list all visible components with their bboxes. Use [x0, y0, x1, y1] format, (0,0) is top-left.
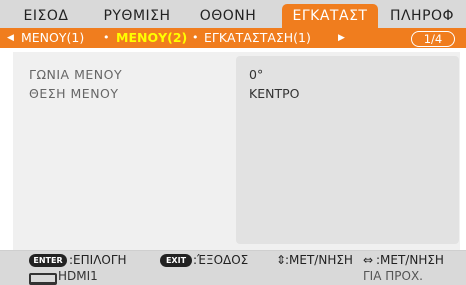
exit-hint: :ΈΞΟΔΟΣ	[193, 253, 249, 267]
hdmi-connector-icon	[29, 273, 57, 285]
menu-angle-value[interactable]: 0°	[249, 67, 263, 82]
enter-key-badge: ENTER	[29, 254, 67, 267]
menu-position-value[interactable]: ΚΕΝΤΡΟ	[249, 86, 299, 101]
tab-input[interactable]: ΕΙΣΟΔ	[6, 4, 86, 28]
separator-dot: •	[103, 31, 110, 44]
up-down-hint: :ΜΕΤ/ΝΗΣΗ	[285, 253, 353, 267]
left-right-hint: :ΜΕΤ/ΝΗΣΗ	[376, 253, 444, 267]
submenu-bar: ◀ ΜΕΝΟΥ(1) • ΜΕΝΟΥ(2) • ΕΓΚΑΤΑΣΤΑΣΗ(1) ▶	[0, 28, 466, 48]
menu-tab-bar: ΕΙΣΟΔ ΡΥΘΜΙΣΗ ΟΘΟΝΗ ΕΓΚΑΤΑΣΤ ΠΛΗΡΟΦ	[0, 0, 466, 28]
enter-hint: :ΕΠΙΛΟΓΗ	[69, 253, 127, 267]
tab-info[interactable]: ΠΛΗΡΟΦ	[382, 4, 462, 28]
page-indicator: 1/4	[411, 31, 455, 47]
status-bar: HDMI1 ΓΙΑ ΠΡΟΧ.	[0, 269, 466, 285]
menu-angle-label[interactable]: ΓΩΝΙΑ ΜΕΝΟΥ	[29, 67, 122, 82]
subtab-installation-1[interactable]: ΕΓΚΑΤΑΣΤΑΣΗ(1)	[204, 28, 311, 48]
tab-screen[interactable]: ΟΘΟΝΗ	[186, 4, 270, 28]
status-right-text: ΓΙΑ ΠΡΟΧ.	[363, 269, 423, 283]
tab-setup[interactable]: ΡΥΘΜΙΣΗ	[92, 4, 182, 28]
key-guide-bar: ENTER :ΕΠΙΛΟΓΗ EXIT :ΈΞΟΔΟΣ ⇕ :ΜΕΤ/ΝΗΣΗ …	[0, 250, 466, 270]
tab-installation[interactable]: ΕΓΚΑΤΑΣΤ	[282, 4, 378, 28]
subtab-menu-1[interactable]: ΜΕΝΟΥ(1)	[21, 28, 84, 48]
separator-dot: •	[192, 31, 199, 44]
values-panel	[236, 56, 459, 244]
projector-osd-menu: ΕΙΣΟΔ ΡΥΘΜΙΣΗ ΟΘΟΝΗ ΕΓΚΑΤΑΣΤ ΠΛΗΡΟΦ ◀ ΜΕ…	[0, 0, 466, 285]
menu-position-label[interactable]: ΘΕΣΗ ΜΕΝΟΥ	[29, 86, 119, 101]
subtab-menu-2[interactable]: ΜΕΝΟΥ(2)	[116, 28, 187, 48]
input-source: HDMI1	[58, 269, 98, 283]
left-arrow-icon[interactable]: ◀	[7, 28, 14, 48]
exit-key-badge: EXIT	[160, 254, 192, 267]
right-arrow-icon[interactable]: ▶	[338, 28, 345, 48]
left-right-arrows-icon: ⇔	[363, 253, 374, 267]
